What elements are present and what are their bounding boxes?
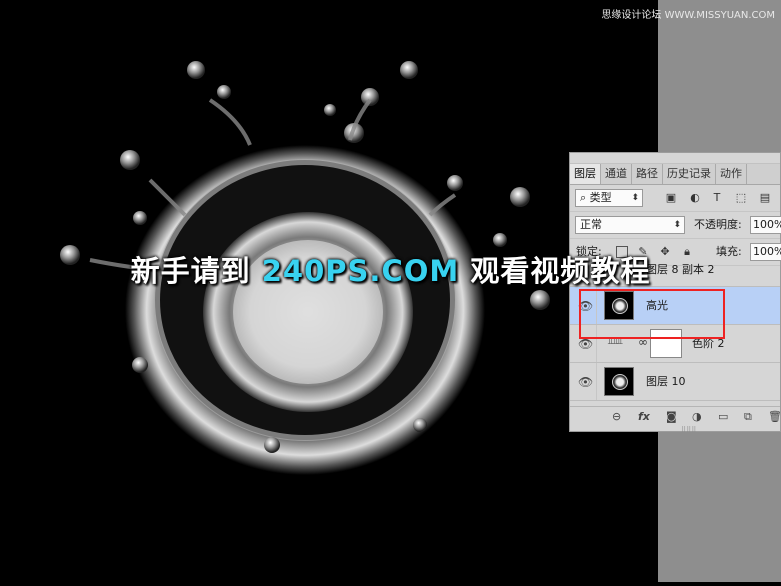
chevron-updown-icon: ⬍ — [631, 193, 639, 203]
banner-suffix: 观看视频教程 — [470, 254, 651, 288]
type-filter-icon[interactable]: T — [710, 191, 724, 205]
blend-mode-value: 正常 — [580, 218, 602, 231]
banner-prefix: 新手请到 — [130, 254, 251, 288]
filter-kind-value: 类型 — [589, 191, 612, 204]
water-splash-image — [60, 61, 550, 475]
panel-tabs: 图层 通道 路径 历史记录 动作 — [570, 164, 780, 185]
delete-icon[interactable]: 🗑︎ — [768, 410, 781, 423]
smart-object-filter-icon[interactable]: ▤ — [758, 191, 772, 205]
panel-footer: ⊖ fx ◙ ◑ ▭ ⧉ 🗑︎ — [570, 406, 781, 427]
shape-filter-icon[interactable]: ⬚ — [734, 191, 748, 205]
adjustment-filter-icon[interactable]: ◐ — [688, 191, 702, 205]
layer-row[interactable]: 👁︎ 图层 10 — [570, 363, 780, 401]
blend-row: 正常 ⬍ 不透明度: 100% — [570, 212, 781, 239]
eye-icon: 👁︎ — [578, 337, 594, 351]
adjustment-icon[interactable]: ◑ — [692, 410, 702, 423]
highlight-annotation-box — [579, 289, 725, 339]
tab-actions[interactable]: 动作 — [716, 164, 747, 184]
tab-layers[interactable]: 图层 — [570, 164, 601, 184]
tab-history[interactable]: 历史记录 — [663, 164, 716, 184]
folder-icon[interactable]: ▭ — [718, 410, 728, 423]
chevron-updown-icon: ⬍ — [673, 220, 681, 230]
new-layer-icon[interactable]: ⧉ — [744, 410, 752, 424]
watermark-text: 思缘设计论坛 WWW.MISSYUAN.COM — [601, 10, 775, 21]
panel-header-strip[interactable] — [570, 153, 780, 164]
eye-icon: 👁︎ — [578, 375, 594, 389]
filter-kind-select[interactable]: ⌕ 类型 ⬍ — [575, 189, 643, 207]
tab-channels[interactable]: 通道 — [601, 164, 632, 184]
banner-site: 240PS.COM — [261, 254, 460, 288]
layer-thumbnail — [604, 367, 634, 396]
search-icon: ⌕ — [580, 191, 590, 204]
layer-name: 图层 10 — [646, 375, 686, 388]
image-filter-icon[interactable]: ▣ — [664, 191, 678, 205]
opacity-value: 100% — [753, 218, 781, 231]
visibility-toggle[interactable]: 👁︎ — [570, 363, 597, 400]
blend-mode-select[interactable]: 正常 ⬍ — [575, 216, 685, 234]
tab-paths[interactable]: 路径 — [632, 164, 663, 184]
tutorial-banner: 新手请到 240PS.COM 观看视频教程 — [0, 248, 781, 290]
document-canvas[interactable] — [0, 0, 658, 582]
fx-icon[interactable]: fx — [638, 410, 650, 423]
resize-grip[interactable]: ⠿⠿⠿ — [681, 426, 696, 434]
link-icon[interactable]: ⊖ — [612, 410, 621, 423]
filter-row: ⌕ 类型 ⬍ ▣ ◐ T ⬚ ▤ — [570, 185, 780, 212]
opacity-input[interactable]: 100% — [750, 216, 781, 234]
opacity-label: 不透明度: — [694, 218, 742, 231]
mask-icon[interactable]: ◙ — [666, 410, 677, 423]
